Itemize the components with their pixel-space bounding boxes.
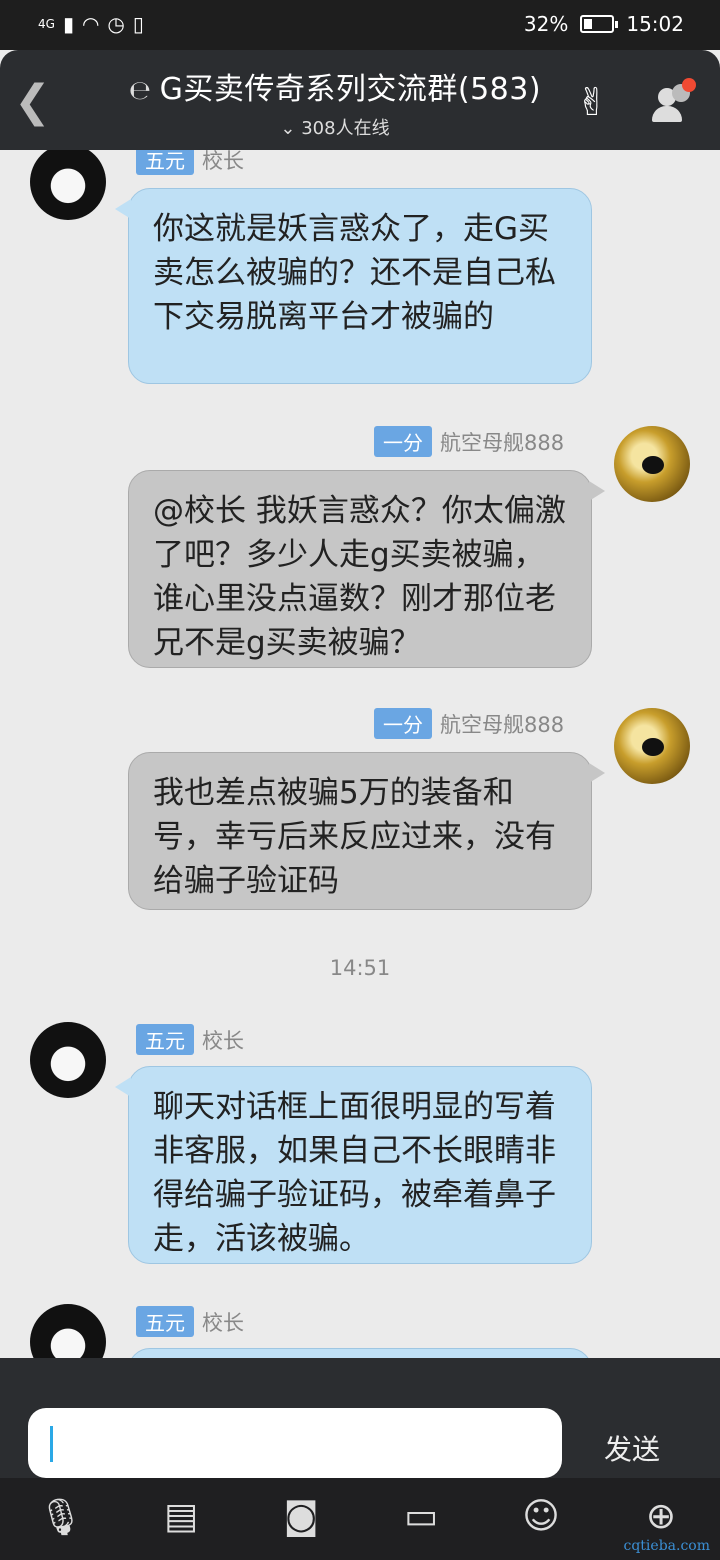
message-bubble[interactable]: 我也差点被骗5万的装备和号，幸亏后来反应过来，没有给骗子验证码: [128, 752, 605, 910]
text-cursor: [50, 1426, 53, 1462]
notification-dot: [682, 78, 696, 92]
avatar[interactable]: [614, 708, 690, 784]
wifi-icon: ◠: [81, 12, 100, 36]
message-text: @校长 我妖言惑众？你太偏激了吧？多少人走g买卖被骗，谁心里没点逼数？刚才那位老…: [153, 493, 566, 661]
sender-meta: 一分 航空母舰888: [374, 426, 564, 457]
bubble-tail: [115, 199, 131, 219]
avatar[interactable]: [614, 426, 690, 502]
ear-icon: ℮: [128, 76, 152, 106]
bottom-toolbar: 🎙 ▤ ◙ ▭ ☺ ⊕ cqtieba.com: [0, 1478, 720, 1560]
sender-meta: 五元 校长: [136, 1024, 244, 1055]
image-icon[interactable]: ▤: [156, 1496, 206, 1537]
sender-meta: 五元 校长: [136, 150, 244, 175]
chat-header: ❮ ℮ G买卖传奇系列交流群(583) ⌄ 308人在线 ✌: [0, 50, 720, 150]
sender-name: 校长: [202, 1310, 244, 1335]
level-badge: 五元: [136, 1306, 194, 1337]
timestamp: 14:51: [329, 956, 391, 980]
person-body: [652, 106, 682, 122]
bubble-tail: [589, 763, 605, 783]
sender-name: 校长: [202, 150, 244, 173]
bubble-tail: [589, 481, 605, 501]
send-button[interactable]: 发送: [604, 1428, 660, 1468]
message-input[interactable]: [28, 1408, 562, 1478]
message-bubble[interactable]: 聊天对话框上面很明显的写着非客服，如果自己不长眼睛非得给骗子验证码，被牵着鼻子走…: [115, 1066, 592, 1264]
level-badge: 五元: [136, 1024, 194, 1055]
microphone-icon[interactable]: 🎙: [36, 1496, 86, 1538]
sender-name: 校长: [202, 1028, 244, 1053]
input-bar: 发送: [0, 1358, 720, 1478]
sender-meta: 五元 校长: [136, 1306, 244, 1337]
alarm-icon: ◷: [107, 12, 125, 36]
emoji-icon[interactable]: ☺: [516, 1496, 566, 1537]
status-bar: 4G ▮ ◠ ◷ ▯ 32% 15:02: [0, 0, 720, 50]
bubble-tail: [115, 1077, 131, 1097]
group-title-area[interactable]: ℮ G买卖传奇系列交流群(583) ⌄ 308人在线: [100, 64, 570, 140]
network-indicator: 4G: [38, 17, 55, 31]
group-members-button[interactable]: [650, 78, 698, 124]
chat-area[interactable]: 五元 校长 你这就是妖言惑众了，走G买卖怎么被骗的？还不是自己私下交易脱离平台才…: [0, 150, 720, 1358]
message-text: 聊天对话框上面很明显的写着非客服，如果自己不长眼睛非得给骗子验证码，被牵着鼻子走…: [153, 1089, 556, 1257]
battery-percent: 32%: [523, 12, 569, 36]
group-title: G买卖传奇系列交流群(583): [159, 72, 542, 107]
watermark: cqtieba.com: [623, 1538, 711, 1554]
clock: 15:02: [626, 12, 684, 36]
message-text: 我也差点被骗5万的装备和号，幸亏后来反应过来，没有给骗子验证码: [153, 775, 556, 899]
camera-icon[interactable]: ◙: [276, 1496, 326, 1537]
online-count: 308人在线: [301, 118, 390, 139]
chevron-down-icon: ⌄: [280, 118, 296, 139]
plus-icon[interactable]: ⊕: [636, 1496, 686, 1537]
level-badge: 一分: [374, 708, 432, 739]
back-button[interactable]: ❮: [14, 76, 51, 127]
message-bubble[interactable]: @校长 我妖言惑众？你太偏激了吧？多少人走g买卖被骗，谁心里没点逼数？刚才那位老…: [128, 470, 605, 668]
avatar[interactable]: [30, 150, 106, 220]
card-icon[interactable]: ▭: [396, 1496, 446, 1537]
hand-gesture-icon[interactable]: ✌: [576, 80, 608, 124]
message-bubble[interactable]: 你这就是妖言惑众了，走G买卖怎么被骗的？还不是自己私下交易脱离平台才被骗的: [115, 188, 592, 384]
signal-icon: ▮: [62, 12, 74, 36]
sender-name: 航空母舰888: [440, 430, 565, 455]
avatar[interactable]: [30, 1304, 106, 1358]
message-text: 你这就是妖言惑众了，走G买卖怎么被骗的？还不是自己私下交易脱离平台才被骗的: [153, 211, 556, 335]
level-badge: 一分: [374, 426, 432, 457]
battery-icon: [580, 15, 619, 33]
avatar[interactable]: [30, 1022, 106, 1098]
sender-name: 航空母舰888: [440, 712, 565, 737]
sender-meta: 一分 航空母舰888: [374, 708, 564, 739]
message-bubble[interactable]: [128, 1348, 592, 1358]
vibrate-icon: ▯: [132, 12, 144, 36]
level-badge: 五元: [136, 150, 194, 175]
